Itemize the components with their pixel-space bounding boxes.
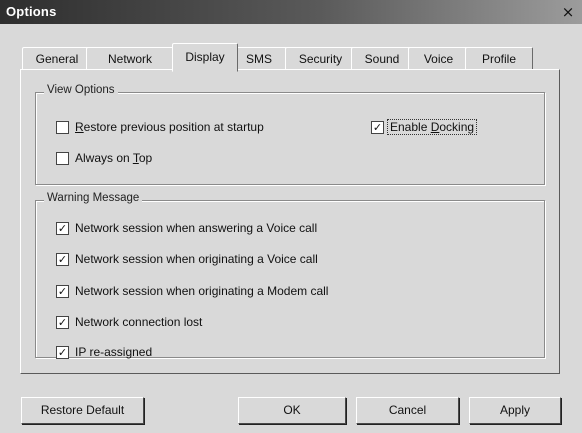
warning-originate-modem-box[interactable]: ✓ xyxy=(56,285,69,298)
enable-docking-checkbox[interactable]: ✓ Enable Docking xyxy=(371,118,521,136)
warning-answer-voice-box[interactable]: ✓ xyxy=(56,222,69,235)
cancel-button[interactable]: Cancel xyxy=(356,397,459,424)
tab-profile[interactable]: Profile xyxy=(465,47,533,70)
warning-originate-voice-label: Network session when originating a Voice… xyxy=(75,252,318,266)
always-on-top-checkbox[interactable]: Always on Top xyxy=(56,149,216,167)
tab-display[interactable]: Display xyxy=(172,43,238,72)
ok-button[interactable]: OK xyxy=(238,397,346,424)
warning-answer-voice-label: Network session when answering a Voice c… xyxy=(75,221,318,235)
warning-originate-modem-label: Network session when originating a Modem… xyxy=(75,284,329,298)
restore-position-box[interactable] xyxy=(56,121,69,134)
restore-position-checkbox[interactable]: Restore previous position at startup xyxy=(56,118,346,136)
display-tab-panel: View Options Restore previous position a… xyxy=(20,69,560,374)
tab-sound[interactable]: Sound xyxy=(351,47,413,70)
enable-docking-box[interactable]: ✓ xyxy=(371,121,384,134)
close-icon[interactable]: × xyxy=(560,4,576,20)
window-title: Options xyxy=(6,4,57,19)
always-on-top-text-pre: Always on xyxy=(75,151,133,165)
warning-message-group: Warning Message ✓ Network session when a… xyxy=(35,192,545,361)
restore-position-label: Restore previous position at startup xyxy=(75,118,264,136)
enable-docking-text-pre: Enable xyxy=(390,120,431,134)
warning-ip-reassigned-checkbox[interactable]: ✓ IP re-assigned xyxy=(56,343,456,361)
restore-default-button[interactable]: Restore Default xyxy=(21,397,144,424)
tab-security[interactable]: Security xyxy=(285,47,356,70)
apply-button[interactable]: Apply xyxy=(469,397,561,424)
title-bar: Options xyxy=(0,0,582,24)
warning-connection-lost-checkbox[interactable]: ✓ Network connection lost xyxy=(56,313,456,331)
view-options-label: View Options xyxy=(44,84,118,96)
warning-originate-voice-box[interactable]: ✓ xyxy=(56,253,69,266)
view-options-group: View Options Restore previous position a… xyxy=(35,84,545,185)
warning-message-label: Warning Message xyxy=(44,192,143,204)
enable-docking-text-post: ocking xyxy=(439,120,475,134)
tab-sms[interactable]: SMS xyxy=(231,47,287,70)
tab-network[interactable]: Network xyxy=(86,47,174,70)
warning-ip-reassigned-label: IP re-assigned xyxy=(75,345,153,359)
restore-position-mnemonic: R xyxy=(75,120,84,134)
warning-connection-lost-label: Network connection lost xyxy=(75,315,203,329)
always-on-top-label: Always on Top xyxy=(75,149,152,167)
enable-docking-label: Enable Docking xyxy=(387,118,478,136)
warning-originate-modem-checkbox[interactable]: ✓ Network session when originating a Mod… xyxy=(56,282,456,300)
tab-voice[interactable]: Voice xyxy=(408,47,469,70)
warning-connection-lost-box[interactable]: ✓ xyxy=(56,316,69,329)
always-on-top-box[interactable] xyxy=(56,152,69,165)
warning-ip-reassigned-box[interactable]: ✓ xyxy=(56,346,69,359)
tab-general[interactable]: General xyxy=(22,47,92,70)
restore-position-text-post: estore previous position at startup xyxy=(83,120,264,134)
always-on-top-text-post: op xyxy=(138,151,153,165)
warning-answer-voice-checkbox[interactable]: ✓ Network session when answering a Voice… xyxy=(56,219,456,237)
warning-originate-voice-checkbox[interactable]: ✓ Network session when originating a Voi… xyxy=(56,250,456,268)
